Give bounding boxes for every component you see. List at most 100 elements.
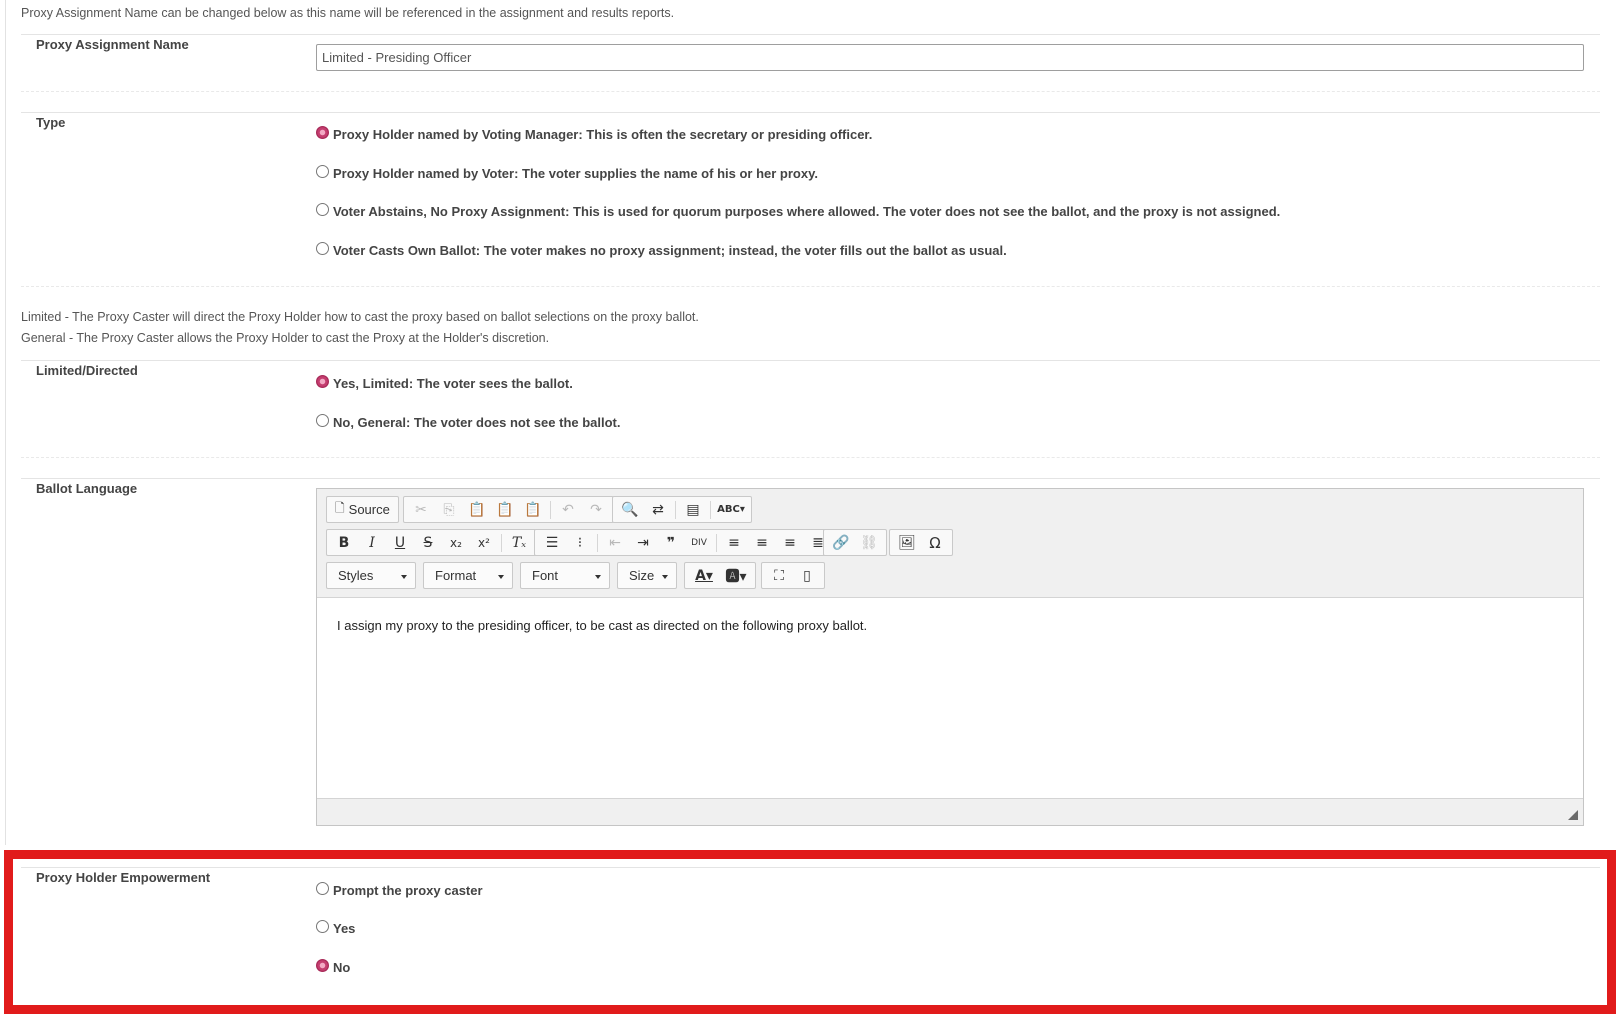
type-label: Type (36, 115, 66, 130)
link-icon[interactable]: 🔗 (827, 532, 855, 554)
radio-button[interactable] (316, 241, 329, 255)
align-left-icon[interactable]: ≡ (720, 532, 748, 554)
limited-option-no[interactable]: No, General: The voter does not see the … (316, 413, 621, 430)
divider (21, 478, 1600, 479)
radio-button[interactable] (316, 881, 329, 895)
radio-button-selected[interactable] (316, 958, 329, 972)
spellcheck-icon[interactable]: ABC▾ (714, 499, 748, 521)
separator (675, 500, 676, 519)
type-option-voter-casts-own[interactable]: Voter Casts Own Ballot: The voter makes … (316, 241, 1007, 258)
radio-button[interactable] (316, 919, 329, 933)
chevron-down-icon (662, 575, 668, 579)
format-dropdown-label: Format (435, 568, 477, 583)
indent-icon[interactable]: ⇥ (629, 532, 657, 554)
resize-handle-icon[interactable] (1568, 810, 1578, 820)
select-all-icon[interactable]: ▤ (679, 499, 707, 521)
type-option-voter-named[interactable]: Proxy Holder named by Voter: The voter s… (316, 164, 818, 181)
underline-icon[interactable]: U (386, 532, 414, 554)
divider (21, 360, 1600, 361)
subscript-icon[interactable]: x₂ (442, 532, 470, 554)
styles-dropdown-label: Styles (338, 568, 374, 583)
type-option-label: Voter Abstains, No Proxy Assignment: Thi… (333, 203, 1281, 219)
ballot-language-label: Ballot Language (36, 481, 138, 496)
paste-icon[interactable]: 📋 (463, 499, 491, 521)
text-color-icon[interactable]: A▾ (688, 565, 720, 587)
blockquote-icon[interactable]: ❞ (657, 532, 685, 554)
paste-from-word-icon[interactable]: 📋 (519, 499, 547, 521)
highlight-box (4, 850, 1616, 1014)
divider (21, 457, 1600, 458)
font-dropdown[interactable]: Font (520, 562, 610, 589)
separator (550, 500, 551, 519)
italic-icon[interactable]: I (358, 532, 386, 554)
align-center-icon[interactable]: ≡ (748, 532, 776, 554)
radio-button[interactable] (316, 164, 329, 178)
empowerment-option-prompt[interactable]: Prompt the proxy caster (316, 881, 483, 898)
paste-text-icon[interactable]: 📋 (491, 499, 519, 521)
basic-styles-group: B I U S x₂ x² Tₓ (326, 529, 537, 556)
numbered-list-icon[interactable]: ☰ (538, 532, 566, 554)
limited-option-yes[interactable]: Yes, Limited: The voter sees the ballot. (316, 374, 573, 391)
size-dropdown[interactable]: Size (617, 562, 677, 589)
radio-button-selected[interactable] (316, 125, 329, 139)
left-border (5, 0, 6, 845)
bold-icon[interactable]: B (330, 532, 358, 554)
find-icon[interactable]: 🔍 (616, 499, 644, 521)
create-div-icon[interactable]: DIV (685, 532, 713, 554)
copy-icon[interactable]: ⎘ (435, 499, 463, 521)
empowerment-option-label: No (333, 959, 351, 975)
image-icon[interactable]: 🖼 (893, 532, 921, 554)
separator (716, 533, 717, 552)
source-button[interactable]: 🗋 Source (330, 499, 395, 521)
align-right-icon[interactable]: ≡ (776, 532, 804, 554)
type-option-label: Proxy Holder named by Voter: The voter s… (333, 165, 818, 181)
styles-dropdown[interactable]: Styles (326, 562, 416, 589)
empowerment-option-yes[interactable]: Yes (316, 919, 356, 936)
format-dropdown[interactable]: Format (423, 562, 513, 589)
paragraph-group: ☰ ⁝ ⇤ ⇥ ❞ DIV ≡ ≡ ≡ ≣ (534, 529, 836, 556)
replace-icon[interactable]: ⇄ (644, 499, 672, 521)
font-dropdown-label: Font (532, 568, 559, 583)
cut-icon[interactable]: ✂ (407, 499, 435, 521)
type-option-voting-manager[interactable]: Proxy Holder named by Voting Manager: Th… (316, 125, 873, 142)
empowerment-option-label: Prompt the proxy caster (333, 882, 483, 898)
proxy-assignment-name-input[interactable] (316, 44, 1584, 71)
chevron-down-icon (401, 575, 407, 579)
separator (501, 533, 502, 552)
radio-button[interactable] (316, 202, 329, 216)
unlink-icon[interactable]: ⛓ (855, 532, 883, 554)
outdent-icon[interactable]: ⇤ (601, 532, 629, 554)
divider (21, 286, 1600, 287)
superscript-icon[interactable]: x² (470, 532, 498, 554)
show-blocks-icon[interactable]: ▯ (793, 565, 821, 587)
insert-group: 🖼 Ω (889, 529, 953, 556)
maximize-icon[interactable]: ⛶ (765, 565, 793, 587)
tools-group: ⛶ ▯ (761, 562, 825, 589)
proxy-assignment-form: Proxy Assignment Name can be changed bel… (0, 0, 1618, 1015)
divider (21, 34, 1600, 35)
strikethrough-icon[interactable]: S (414, 532, 442, 554)
bulleted-list-icon[interactable]: ⁝ (566, 532, 594, 554)
type-option-label: Proxy Holder named by Voting Manager: Th… (333, 126, 873, 142)
limited-option-label: No, General: The voter does not see the … (333, 414, 621, 430)
editor-status-bar (317, 798, 1583, 825)
undo-icon[interactable]: ↶ (554, 499, 582, 521)
separator (597, 533, 598, 552)
proxy-holder-empowerment-label: Proxy Holder Empowerment (36, 870, 211, 885)
chevron-down-icon (498, 575, 504, 579)
editor-content-area[interactable]: I assign my proxy to the presiding offic… (317, 599, 1583, 798)
redo-icon[interactable]: ↷ (582, 499, 610, 521)
color-group: A▾ 🅰▾ (684, 562, 756, 589)
separator (710, 500, 711, 519)
intro-note: Proxy Assignment Name can be changed bel… (21, 6, 675, 20)
special-char-icon[interactable]: Ω (921, 532, 949, 554)
empowerment-option-label: Yes (333, 920, 356, 936)
editor-toolbar: 🗋 Source ✂ ⎘ 📋 📋 📋 ↶ ↷ 🔍 ⇄ ▤ ABC▾ B I U … (317, 489, 1583, 598)
radio-button[interactable] (316, 413, 329, 427)
background-color-icon[interactable]: 🅰▾ (720, 565, 752, 587)
type-option-voter-abstains[interactable]: Voter Abstains, No Proxy Assignment: Thi… (316, 202, 1281, 219)
empowerment-option-no[interactable]: No (316, 958, 351, 975)
remove-format-icon[interactable]: Tₓ (505, 532, 533, 554)
size-dropdown-label: Size (629, 568, 655, 583)
radio-button-selected[interactable] (316, 374, 329, 388)
